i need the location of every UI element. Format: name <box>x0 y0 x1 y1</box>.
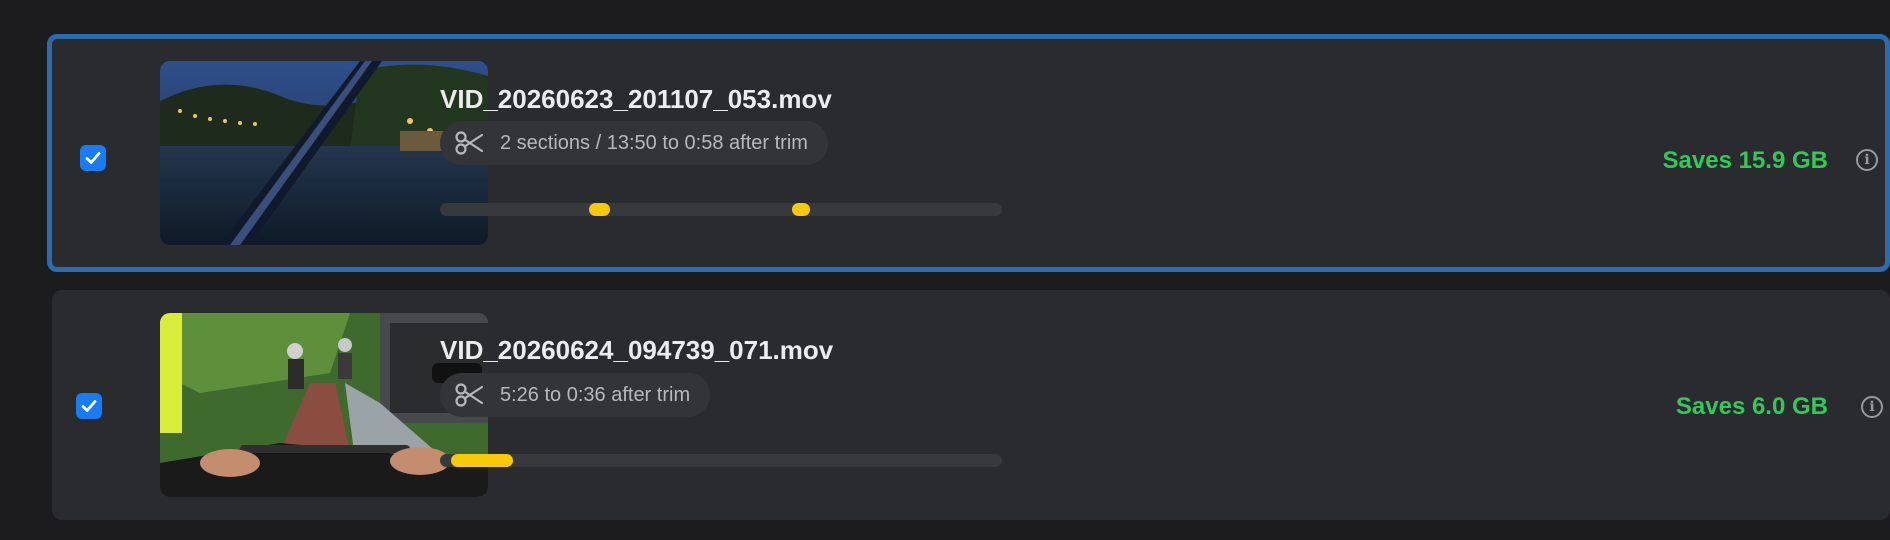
trim-timeline[interactable] <box>440 203 1002 216</box>
checkmark-icon <box>85 152 101 164</box>
trim-summary-pill: 5:26 to 0:36 after trim <box>440 373 711 417</box>
kept-segment[interactable] <box>451 454 514 467</box>
info-icon[interactable]: i <box>1856 149 1878 171</box>
scissors-icon <box>454 382 484 408</box>
trim-summary-text: 5:26 to 0:36 after trim <box>500 383 691 406</box>
trim-timeline[interactable] <box>440 454 1002 467</box>
include-checkbox[interactable] <box>80 145 106 171</box>
scissors-icon <box>454 130 484 156</box>
video-row[interactable]: VID_20260624_094739_071.mov 5:26 to 0:36… <box>52 290 1890 520</box>
video-thumbnail <box>160 313 488 497</box>
kept-segment[interactable] <box>792 203 811 216</box>
kept-segment[interactable] <box>588 203 610 216</box>
trim-summary-text: 2 sections / 13:50 to 0:58 after trim <box>500 131 808 154</box>
file-name: VID_20260623_201107_053.mov <box>440 84 832 114</box>
savings-label: Saves 6.0 GB <box>1675 393 1828 420</box>
video-row-selected[interactable]: VID_20260623_201107_053.mov 2 sections /… <box>47 34 1890 272</box>
include-checkbox[interactable] <box>76 393 102 419</box>
info-icon[interactable]: i <box>1861 396 1883 418</box>
checkmark-icon <box>81 400 97 412</box>
savings-label: Saves 15.9 GB <box>1662 147 1828 174</box>
file-name: VID_20260624_094739_071.mov <box>440 335 834 365</box>
trim-summary-pill: 2 sections / 13:50 to 0:58 after trim <box>440 121 828 165</box>
video-thumbnail <box>160 61 488 245</box>
